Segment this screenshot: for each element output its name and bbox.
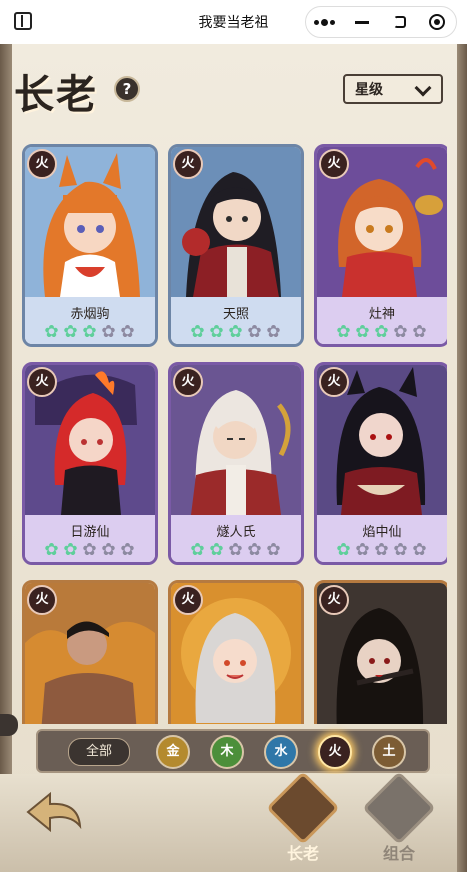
tab-elders-label: 长老: [286, 844, 319, 863]
star-icon: ✿: [336, 540, 351, 560]
star-icon: ✿: [209, 322, 224, 342]
star-icon: ✿: [120, 322, 135, 342]
star-icon: ✿: [82, 322, 97, 342]
tab-combos[interactable]: 组合: [362, 771, 436, 863]
filter-wood-button[interactable]: 木: [210, 735, 244, 769]
fire-element-badge: 火: [173, 149, 203, 179]
star-icon: ✿: [393, 540, 408, 560]
game-scene: 长老 ? 星级 火 赤烟驹 ✿ ✿ ✿ ✿ ✿ 火 天照 ✿ ✿ ✿ ✿ ✿ 火…: [0, 44, 467, 872]
filter-metal-button[interactable]: 金: [156, 735, 190, 769]
elder-card[interactable]: 火 灶神 ✿ ✿ ✿ ✿ ✿: [314, 144, 447, 347]
elder-name: 焰中仙: [362, 525, 402, 540]
star-icon: ✿: [374, 540, 389, 560]
star-icon: ✿: [247, 540, 262, 560]
star-icon: ✿: [266, 322, 281, 342]
star-icon: ✿: [393, 322, 408, 342]
minimize-icon[interactable]: [346, 10, 378, 34]
star-icon: ✿: [355, 540, 370, 560]
star-icon: ✿: [247, 322, 262, 342]
fire-element-badge: 火: [173, 367, 203, 397]
sort-dropdown[interactable]: 星级: [343, 74, 443, 104]
capsule-menu: [305, 6, 457, 38]
fire-element-badge: 火: [319, 367, 349, 397]
star-icon: ✿: [355, 322, 370, 342]
filter-water-button[interactable]: 水: [264, 735, 298, 769]
elder-card[interactable]: 火 天照 ✿ ✿ ✿ ✿ ✿: [168, 144, 304, 347]
fire-element-badge: 火: [27, 149, 57, 179]
elder-card[interactable]: 火: [168, 580, 304, 724]
fire-element-badge: 火: [27, 585, 57, 615]
elder-card[interactable]: 火: [314, 580, 447, 724]
star-icon: ✿: [266, 540, 281, 560]
star-icon: ✿: [82, 540, 97, 560]
back-arrow-icon[interactable]: [24, 790, 84, 834]
star-rating: ✿ ✿ ✿ ✿ ✿: [43, 542, 136, 559]
star-icon: ✿: [228, 540, 243, 560]
more-icon[interactable]: [309, 10, 341, 34]
elder-name: 燧人氏: [216, 525, 256, 540]
elder-name: 天照: [222, 307, 249, 322]
filter-earth-button[interactable]: 土: [372, 735, 406, 769]
fire-element-badge: 火: [319, 585, 349, 615]
help-icon[interactable]: ?: [114, 76, 140, 102]
tab-combos-label: 组合: [382, 844, 415, 863]
star-icon: ✿: [101, 322, 116, 342]
filter-all-button[interactable]: 全部: [68, 738, 130, 766]
rotate-icon[interactable]: [384, 10, 416, 34]
star-icon: ✿: [190, 540, 205, 560]
mini-program-top-bar: 我要当老祖: [0, 0, 467, 44]
elder-name: 赤烟驹: [70, 307, 110, 322]
star-rating: ✿ ✿ ✿ ✿ ✿: [189, 542, 282, 559]
page-title: 长老: [14, 71, 98, 118]
fire-element-badge: 火: [319, 149, 349, 179]
elder-card-grid: 火 赤烟驹 ✿ ✿ ✿ ✿ ✿ 火 天照 ✿ ✿ ✿ ✿ ✿ 火 灶神 ✿ ✿ …: [22, 144, 447, 724]
elder-card[interactable]: 火 赤烟驹 ✿ ✿ ✿ ✿ ✿: [22, 144, 158, 347]
elder-card[interactable]: 火 燧人氏 ✿ ✿ ✿ ✿ ✿: [168, 362, 304, 565]
bottom-nav: 长老 组合: [0, 771, 467, 872]
star-rating: ✿ ✿ ✿ ✿ ✿: [335, 324, 428, 341]
elder-emblem-icon: [266, 771, 340, 845]
star-icon: ✿: [209, 540, 224, 560]
elder-card[interactable]: 火 日游仙 ✿ ✿ ✿ ✿ ✿: [22, 362, 158, 565]
star-icon: ✿: [374, 322, 389, 342]
star-rating: ✿ ✿ ✿ ✿ ✿: [43, 324, 136, 341]
star-icon: ✿: [412, 322, 427, 342]
elder-card[interactable]: 火: [22, 580, 158, 724]
elder-card[interactable]: 火 焰中仙 ✿ ✿ ✿ ✿ ✿: [314, 362, 447, 565]
star-rating: ✿ ✿ ✿ ✿ ✿: [335, 542, 428, 559]
star-icon: ✿: [44, 322, 59, 342]
close-target-icon[interactable]: [421, 10, 453, 34]
star-icon: ✿: [63, 540, 78, 560]
star-icon: ✿: [336, 322, 351, 342]
fire-element-badge: 火: [27, 367, 57, 397]
filter-fire-button[interactable]: 火: [318, 735, 352, 769]
tab-elders[interactable]: 长老: [266, 771, 340, 863]
star-icon: ✿: [63, 322, 78, 342]
chat-bubble-icon[interactable]: [0, 714, 18, 736]
star-rating: ✿ ✿ ✿ ✿ ✿: [189, 324, 282, 341]
star-icon: ✿: [412, 540, 427, 560]
combo-emblem-icon: [362, 771, 436, 845]
star-icon: ✿: [120, 540, 135, 560]
element-filter-bar: 全部 金 木 水 火 土: [36, 729, 430, 773]
star-icon: ✿: [101, 540, 116, 560]
chevron-down-icon: [414, 79, 432, 97]
elder-name: 日游仙: [70, 525, 110, 540]
star-icon: ✿: [44, 540, 59, 560]
star-icon: ✿: [228, 322, 243, 342]
elder-name: 灶神: [368, 307, 395, 322]
star-icon: ✿: [190, 322, 205, 342]
sort-dropdown-label: 星级: [355, 82, 383, 98]
fire-element-badge: 火: [173, 585, 203, 615]
